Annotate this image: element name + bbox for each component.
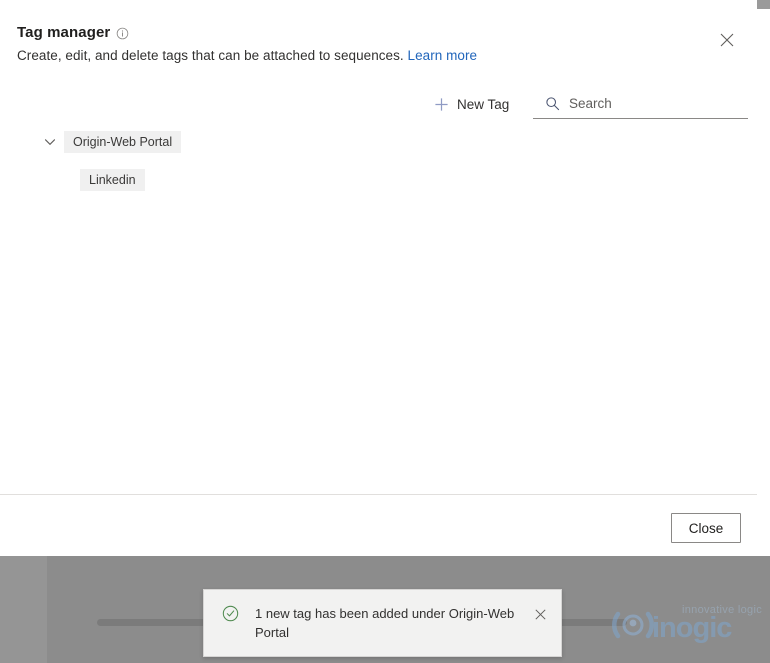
watermark: innovative logic inogic: [608, 596, 768, 656]
watermark-brand: inogic: [652, 614, 731, 643]
close-button[interactable]: Close: [671, 513, 741, 543]
tag-chip-child[interactable]: Linkedin: [80, 169, 145, 191]
dialog-subtitle: Create, edit, and delete tags that can b…: [17, 48, 717, 63]
new-tag-button[interactable]: New Tag: [426, 88, 517, 120]
learn-more-link[interactable]: Learn more: [408, 48, 478, 63]
toast-message: 1 new tag has been added under Origin-We…: [255, 604, 529, 642]
tree-expand-toggle[interactable]: [38, 130, 62, 154]
tag-manager-dialog: Tag manager Create, edit, and delete tag…: [0, 0, 757, 556]
page-title: Tag manager: [17, 24, 110, 41]
info-circle-icon[interactable]: [116, 27, 129, 40]
search-icon: [545, 96, 560, 111]
chevron-down-icon: [44, 136, 56, 148]
new-tag-label: New Tag: [457, 97, 509, 112]
toast-close-button[interactable]: [529, 603, 551, 625]
search-box[interactable]: [533, 88, 748, 119]
dialog-subtitle-text: Create, edit, and delete tags that can b…: [17, 48, 404, 63]
check-circle-icon: [222, 605, 239, 622]
plus-icon: [434, 97, 449, 112]
close-icon: [720, 33, 734, 47]
search-input[interactable]: [569, 96, 739, 111]
background-left-panel: [0, 556, 47, 663]
tag-chip-parent[interactable]: Origin-Web Portal: [64, 131, 181, 153]
tree-row: Origin-Web Portal: [0, 130, 757, 154]
toast-notification: 1 new tag has been added under Origin-We…: [203, 589, 562, 657]
app-page: Create a new record, activity, or anythi…: [0, 0, 770, 663]
dialog-close-button[interactable]: [711, 24, 743, 56]
tag-tree: Origin-Web Portal Linkedin: [0, 130, 757, 206]
command-bar: New Tag: [0, 88, 757, 124]
inogic-logo-icon: [610, 602, 656, 648]
dialog-header: Tag manager Create, edit, and delete tag…: [17, 24, 717, 63]
tree-row: Linkedin: [0, 168, 757, 192]
close-icon: [535, 609, 546, 620]
dialog-footer: Close: [0, 494, 757, 557]
